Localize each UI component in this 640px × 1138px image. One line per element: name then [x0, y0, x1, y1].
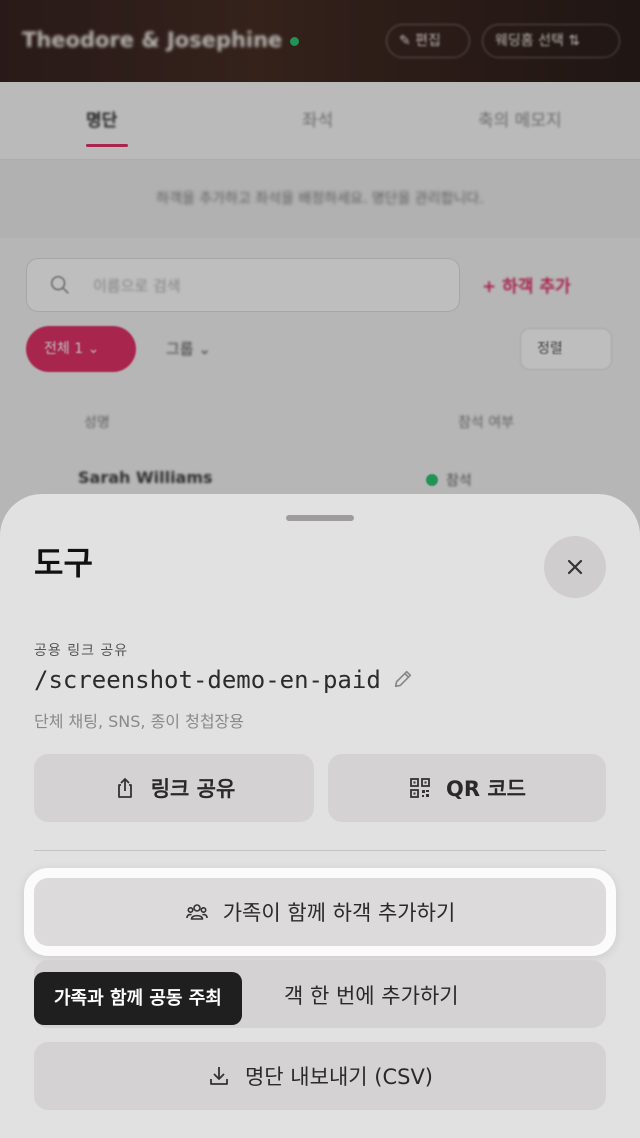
- co-host-tooltip: 가족과 함께 공동 주최: [34, 972, 242, 1025]
- group-icon: [185, 904, 208, 920]
- share-link-button[interactable]: 링크 공유: [34, 754, 314, 822]
- qr-code-icon: [410, 778, 430, 798]
- section-divider: [34, 850, 606, 851]
- pencil-icon[interactable]: [392, 668, 414, 690]
- close-button[interactable]: [544, 536, 606, 598]
- public-link-value: /screenshot-demo-en-paid: [34, 666, 381, 694]
- drag-handle[interactable]: [286, 515, 354, 521]
- bulk-add-guests-label: 객 한 번에 추가하기: [284, 984, 459, 1008]
- qr-code-button[interactable]: QR 코드: [328, 754, 606, 822]
- tools-bottom-sheet: 도구 공용 링크 공유 /screenshot-demo-en-paid 단체 …: [0, 494, 640, 1138]
- add-family-guests-button[interactable]: 가족이 함께 하객 추가하기: [34, 878, 606, 946]
- public-link-label: 공용 링크 공유: [34, 643, 129, 659]
- qr-code-label: QR 코드: [446, 777, 526, 801]
- share-icon: [117, 778, 132, 798]
- share-link-label: 링크 공유: [150, 777, 236, 801]
- add-family-guests-label: 가족이 함께 하객 추가하기: [222, 901, 456, 925]
- export-csv-button[interactable]: 명단 내보내기 (CSV): [34, 1042, 606, 1110]
- close-icon: [567, 559, 583, 575]
- sheet-title: 도구: [34, 544, 93, 582]
- download-icon: [210, 1067, 228, 1085]
- export-csv-label: 명단 내보내기 (CSV): [244, 1065, 433, 1089]
- public-link-description: 단체 채팅, SNS, 종이 청첩장용: [34, 712, 244, 731]
